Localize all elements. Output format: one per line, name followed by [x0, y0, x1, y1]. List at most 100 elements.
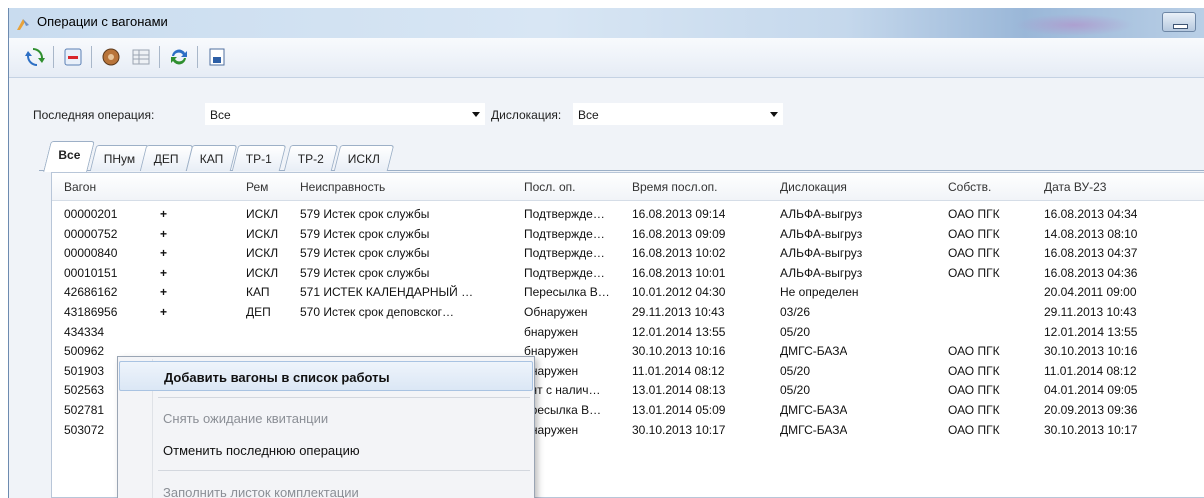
sync-icon[interactable]: [167, 45, 191, 69]
cell-vu23-date: 14.08.2013 08:10: [1044, 226, 1138, 241]
cell-wagon: 502563: [64, 383, 105, 398]
cell-vu23-date: 16.08.2013 04:36: [1044, 265, 1138, 280]
menu-item-fill-completion-sheet[interactable]: Заполнить листок комплектации: [119, 477, 533, 498]
tab-tr2[interactable]: ТР-2: [283, 145, 339, 171]
table-row[interactable]: 00000752 + ИСКЛ 579 Истек срок службы Подтве…: [52, 225, 1204, 245]
cell-last-op: Обнаружен: [524, 305, 588, 319]
menu-item-add-to-worklist[interactable]: Добавить вагоны в список работы: [119, 361, 533, 391]
cell-last-op: Подтвержде…: [524, 226, 605, 241]
cell-last-op: ересылка В…: [524, 403, 602, 417]
cell-fault: 579 Истек срок службы: [300, 207, 430, 221]
column-header-last-op-time[interactable]: Время посл.оп.: [632, 180, 717, 194]
cell-rem: ИСКЛ: [246, 246, 279, 261]
tab-iskl[interactable]: ИСКЛ: [333, 145, 395, 171]
last-operation-value: Все: [210, 108, 231, 122]
table-row[interactable]: 00000840 + ИСКЛ 579 Истек срок службы Подтве…: [52, 244, 1204, 264]
cell-last-op-time: 11.01.2014 08:12: [632, 363, 725, 378]
cell-fault: 579 Истек срок службы: [300, 246, 430, 261]
cell-last-op-time: 13.01.2014 05:09: [632, 403, 726, 417]
cell-location: ДМГС-БАЗА: [780, 344, 848, 359]
title-glow: [1014, 14, 1134, 36]
cell-last-op-time: 29.11.2013 10:43: [632, 305, 725, 319]
cell-last-op: Подтвержде…: [524, 207, 605, 221]
cell-owner: ОАО ПГК: [948, 383, 1000, 398]
save-icon[interactable]: [205, 45, 229, 69]
column-header-fault[interactable]: Неисправность: [300, 180, 385, 194]
column-header-rem[interactable]: Рем: [246, 180, 268, 194]
menu-separator: [158, 470, 530, 471]
column-header-wagon[interactable]: Вагон: [64, 180, 96, 194]
cell-last-op-time: 13.01.2014 08:13: [632, 383, 726, 398]
cell-last-op: Подтвержде…: [524, 265, 605, 280]
menu-item-remove-receipt-wait[interactable]: Снять ожидание квитанции: [119, 403, 533, 433]
cell-rem: ИСКЛ: [246, 207, 279, 221]
cell-last-op-time: 30.10.2013 10:16: [632, 344, 726, 359]
remove-icon[interactable]: [61, 45, 85, 69]
toolbar-separator: [197, 46, 198, 68]
cell-owner: ОАО ПГК: [948, 226, 1000, 241]
cell-vu23-date: 20.04.2011 09:00: [1044, 285, 1137, 300]
filter-bar: Последняя операция: Все Дислокация: Все: [9, 78, 1204, 138]
location-value: Все: [578, 108, 599, 122]
cell-location: ДМГС-БАЗА: [780, 422, 848, 437]
menu-separator: [158, 397, 530, 398]
column-header-owner[interactable]: Собств.: [948, 180, 991, 194]
cell-vu23-date: 04.01.2014 09:05: [1044, 383, 1138, 398]
toolbar-separator: [159, 46, 160, 68]
cell-last-op-time: 16.08.2013 09:14: [632, 207, 726, 221]
app-window: Операции с вагонами Последняя операция:: [8, 8, 1204, 498]
cell-vu23-date: 16.08.2013 04:37: [1044, 246, 1138, 261]
tab-dep[interactable]: ДЕП: [139, 145, 194, 171]
cell-rem: КАП: [246, 285, 270, 300]
cell-fault: 570 Истек срок деповског…: [300, 305, 455, 319]
tab-tr1[interactable]: ТР-1: [231, 145, 287, 171]
cell-wagon: 503072: [64, 422, 105, 437]
table-row[interactable]: 434334 бнаружен 12.01.2014 13:55 05/20 12.01…: [52, 323, 1204, 343]
table-row[interactable]: 42686162 + КАП 571 ИСТЕК КАЛЕНДАРНЫЙ … Перес…: [52, 283, 1204, 303]
cell-wagon: 00000752: [64, 226, 118, 241]
table-row[interactable]: 00000201 + ИСКЛ 579 Истек срок службы Подтве…: [52, 205, 1204, 225]
cell-last-op-time: 16.08.2013 09:09: [632, 226, 726, 241]
table-row[interactable]: 43186956 + ДЕП 570 Истек срок деповског… Обн…: [52, 303, 1204, 323]
cell-location: 05/20: [780, 324, 811, 339]
menu-item-undo-last-operation[interactable]: Отменить последнюю операцию: [119, 435, 533, 465]
cell-wagon: 434334: [64, 324, 105, 339]
tab-strip: Все ПНум ДЕП КАП ТР-1 ТР-2 ИСКЛ: [39, 141, 1204, 172]
cell-wagon: 00000201: [64, 207, 118, 221]
toolbar-separator: [91, 46, 92, 68]
toolbar-separator: [53, 46, 54, 68]
column-header-last-op[interactable]: Посл. оп.: [524, 180, 575, 194]
cell-wagon: 00000840: [64, 246, 118, 261]
column-header-vu23-date[interactable]: Дата ВУ-23: [1044, 180, 1106, 194]
minimize-button[interactable]: [1162, 12, 1196, 32]
operation-icon[interactable]: [99, 45, 123, 69]
last-operation-select[interactable]: Все: [205, 103, 485, 125]
tab-kap[interactable]: КАП: [185, 145, 238, 171]
cell-vu23-date: 29.11.2013 10:43: [1044, 305, 1137, 319]
cell-wagon: 00010151: [64, 265, 118, 280]
cell-status-plus: +: [160, 285, 168, 300]
cell-last-op: бнаружен: [524, 363, 579, 378]
cell-wagon: 43186956: [64, 305, 118, 319]
cell-vu23-date: 11.01.2014 08:12: [1044, 363, 1137, 378]
cell-vu23-date: 30.10.2013 10:17: [1044, 422, 1138, 437]
cell-location: АЛЬФА-выгруз: [780, 226, 863, 241]
table-icon[interactable]: [129, 45, 153, 69]
cell-fault: 571 ИСТЕК КАЛЕНДАРНЫЙ …: [300, 285, 474, 300]
refresh-icon[interactable]: [23, 45, 47, 69]
cell-wagon: 502781: [64, 403, 105, 417]
location-select[interactable]: Все: [573, 103, 783, 125]
cell-fault: 579 Истек срок службы: [300, 265, 430, 280]
cell-owner: ОАО ПГК: [948, 265, 1000, 280]
cell-owner: ОАО ПГК: [948, 403, 1000, 417]
title-bar: Операции с вагонами: [9, 8, 1204, 38]
cell-vu23-date: 30.10.2013 10:16: [1044, 344, 1138, 359]
cell-location: 05/20: [780, 363, 811, 378]
cell-fault: 579 Истек срок службы: [300, 226, 430, 241]
cell-status-plus: +: [160, 226, 168, 241]
table-row[interactable]: 00010151 + ИСКЛ 579 Истек срок службы Подтве…: [52, 264, 1204, 284]
tab-all[interactable]: Все: [43, 141, 95, 172]
column-header-location[interactable]: Дислокация: [780, 180, 847, 194]
cell-last-op-time: 30.10.2013 10:17: [632, 422, 726, 437]
cell-last-op-time: 16.08.2013 10:01: [632, 265, 726, 280]
